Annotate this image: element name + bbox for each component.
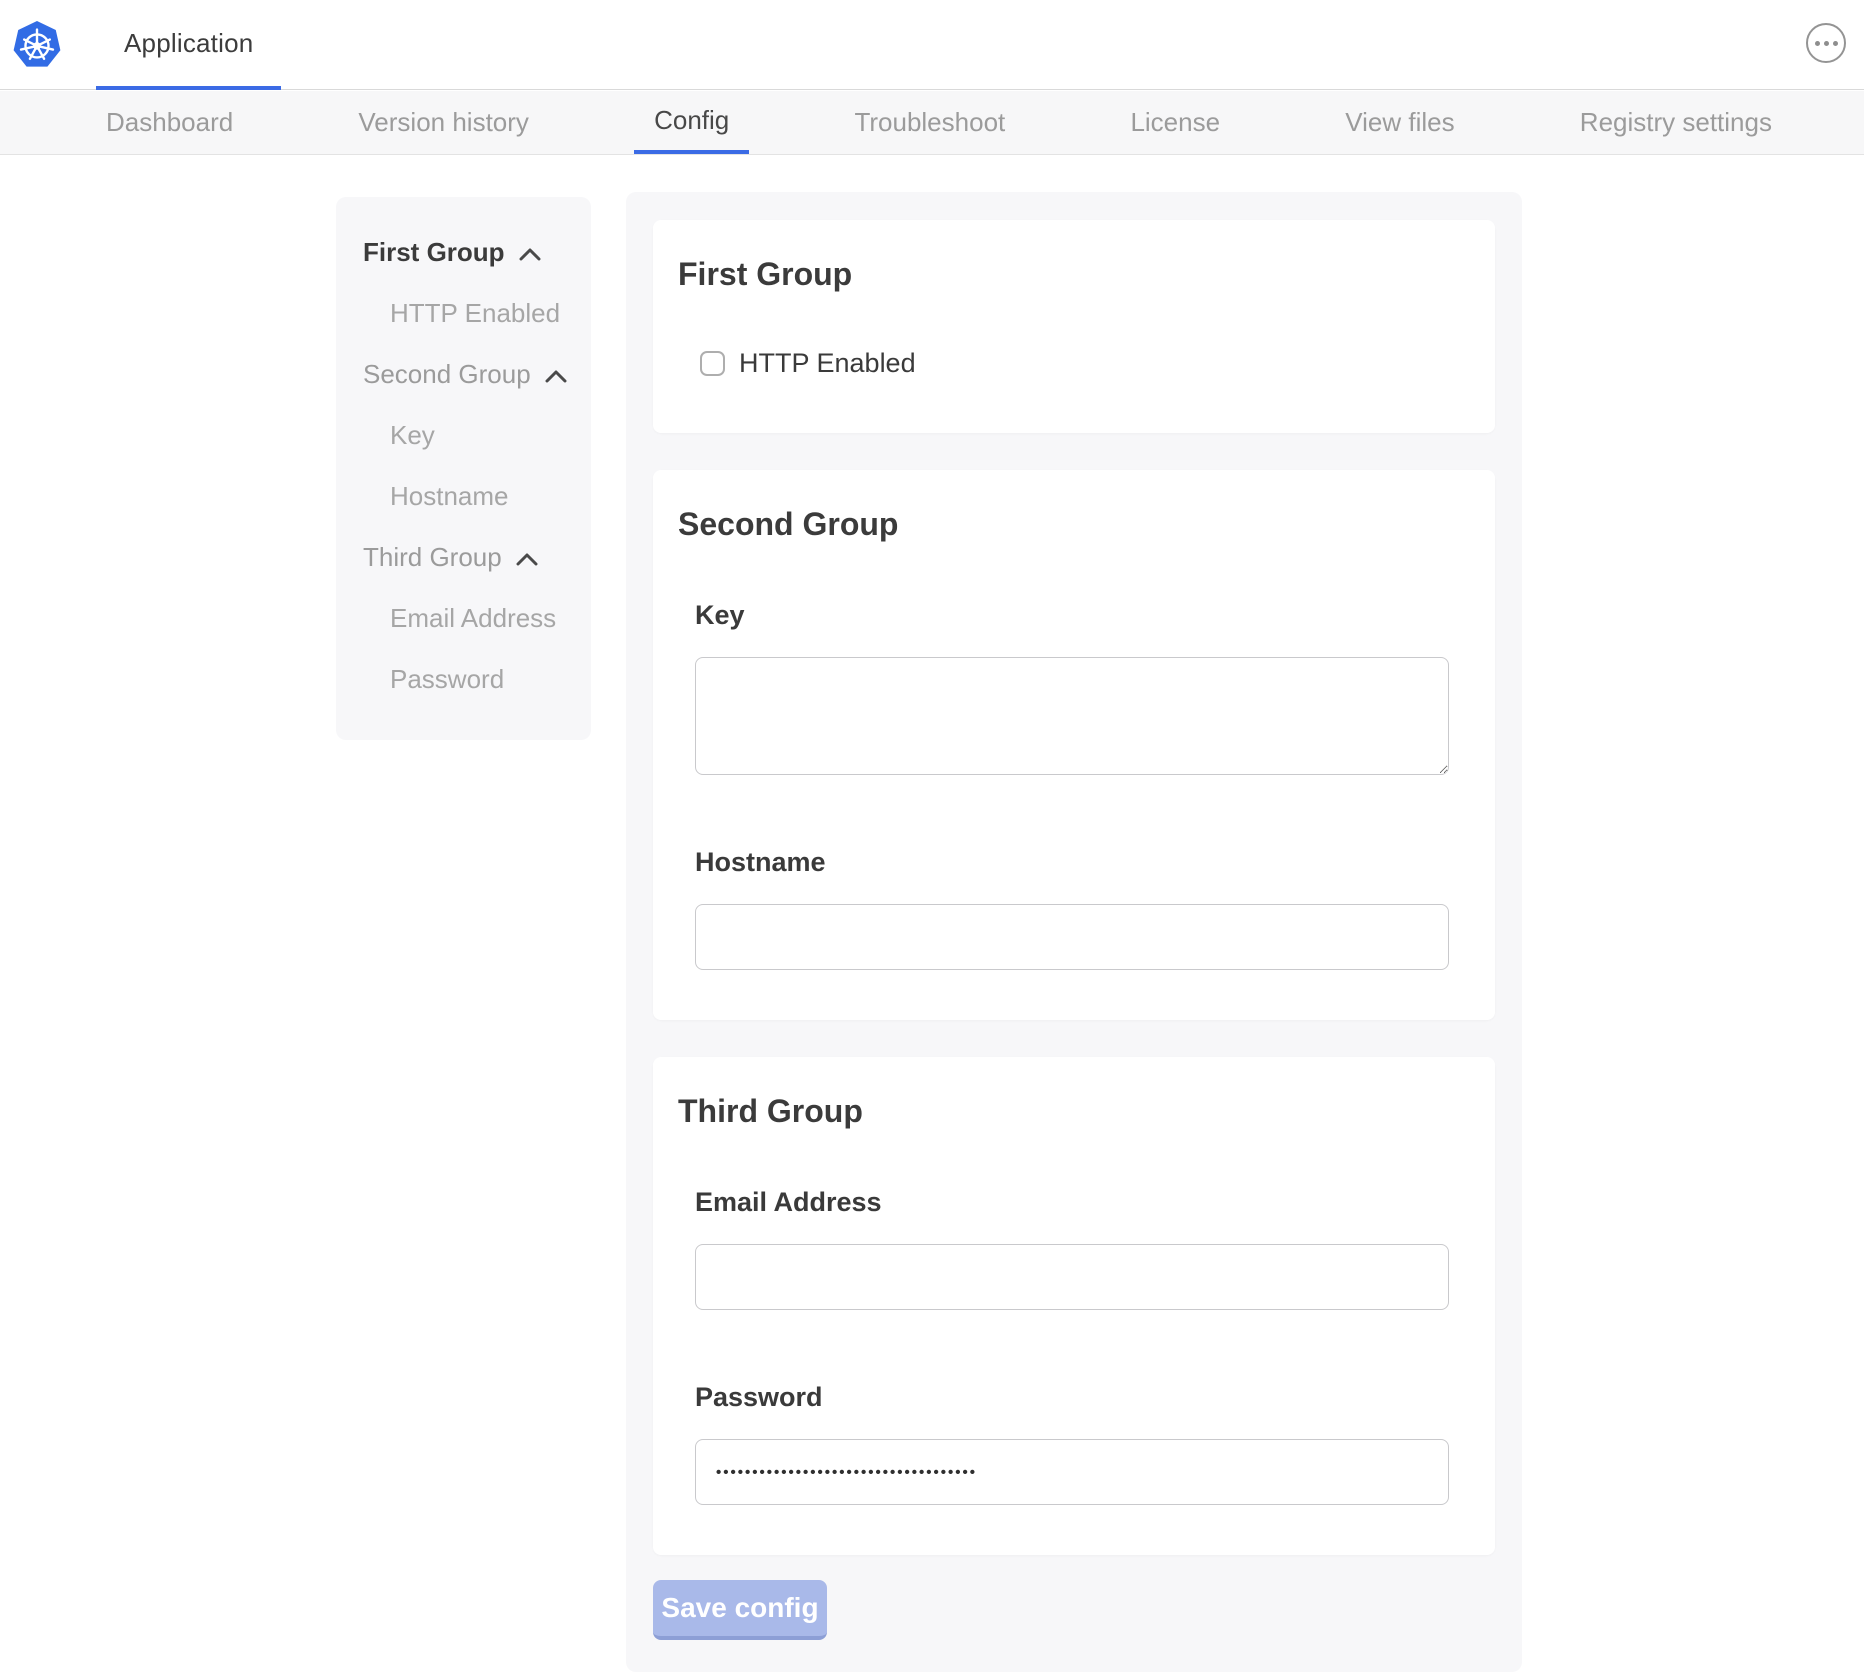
tab-version-history[interactable]: Version history [338,91,549,154]
group-title: First Group [678,256,1470,292]
app-title: Application [124,28,253,59]
tab-troubleshoot[interactable]: Troubleshoot [834,91,1025,154]
config-panel: First Group HTTP Enabled Second Group Ke… [626,192,1522,1672]
field-label-password: Password [695,1382,1449,1413]
config-group-card-first: First Group HTTP Enabled [653,220,1495,433]
sidebar-item-http-enabled[interactable]: HTTP Enabled [336,283,591,344]
email-address-input[interactable] [695,1244,1449,1310]
http-enabled-field: HTTP Enabled [700,348,1470,379]
ellipsis-icon [1815,41,1820,46]
field-email: Email Address Password [695,1187,1449,1505]
kubernetes-logo-icon [13,20,61,68]
ellipsis-icon [1824,41,1829,46]
sidebar-group-first-group[interactable]: First Group [336,222,591,283]
chevron-up-icon [516,552,538,566]
checkbox-label: HTTP Enabled [739,348,916,379]
tab-config[interactable]: Config [634,91,749,154]
group-title: Third Group [678,1093,1470,1129]
group-title: Second Group [678,506,1470,542]
config-group-card-second: Second Group Key Hostname [653,470,1495,1020]
config-group-card-third: Third Group Email Address Password [653,1057,1495,1555]
app-tab[interactable]: Application [96,0,281,90]
sidebar-item-hostname[interactable]: Hostname [336,466,591,527]
tab-registry-settings[interactable]: Registry settings [1560,91,1792,154]
field-label-email-address: Email Address [695,1187,1449,1218]
more-menu-button[interactable] [1806,23,1846,63]
sidebar-item-key[interactable]: Key [336,405,591,466]
chevron-up-icon [545,369,567,383]
tab-dashboard[interactable]: Dashboard [86,91,253,154]
sidebar-group-label: Third Group [363,542,502,573]
tab-license[interactable]: License [1110,91,1240,154]
tab-view-files[interactable]: View files [1325,91,1474,154]
field-label-key: Key [695,600,1449,631]
field-key: Key Hostname [695,600,1449,970]
sidebar-item-email-address[interactable]: Email Address [336,588,591,649]
password-input[interactable] [695,1439,1449,1505]
hostname-input[interactable] [695,904,1449,970]
field-label-hostname: Hostname [695,847,1449,878]
key-textarea[interactable] [695,657,1449,775]
app-nav-tabs: Dashboard Version history Config Trouble… [0,91,1864,155]
sidebar-group-label: First Group [363,237,505,268]
top-header: Application [0,0,1864,90]
sidebar-group-second-group[interactable]: Second Group [336,344,591,405]
sidebar-group-third-group[interactable]: Third Group [336,527,591,588]
sidebar-item-password[interactable]: Password [336,649,591,710]
ellipsis-icon [1833,41,1838,46]
config-groups-sidebar: First Group HTTP Enabled Second Group Ke… [336,197,591,740]
sidebar-group-label: Second Group [363,359,531,390]
save-config-button[interactable]: Save config [653,1580,827,1640]
http-enabled-checkbox[interactable] [700,351,725,376]
chevron-up-icon [519,247,541,261]
